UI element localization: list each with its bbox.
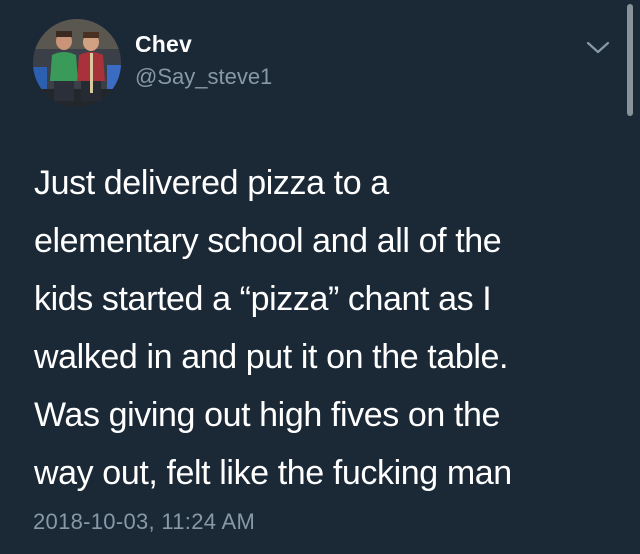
scrollbar[interactable] bbox=[627, 4, 633, 116]
tweet-text-line: Was giving out high fives on the bbox=[34, 396, 500, 434]
tweet-card: Chev @Say_steve1 Just delivered pizza to… bbox=[0, 0, 640, 554]
profile-photo-icon bbox=[33, 19, 121, 107]
timestamp[interactable]: 2018-10-03, 11:24 AM bbox=[33, 509, 255, 535]
display-name[interactable]: Chev bbox=[135, 31, 192, 58]
tweet-text-line: Just delivered pizza to a bbox=[34, 164, 389, 202]
tweet-text-line: elementary school and all of the bbox=[34, 222, 502, 260]
tweet-text-line: walked in and put it on the table. bbox=[34, 338, 509, 376]
tweet-text-line: kids started a “pizza” chant as I bbox=[34, 280, 492, 318]
chevron-down-icon[interactable] bbox=[584, 36, 612, 58]
username-handle[interactable]: @Say_steve1 bbox=[135, 64, 272, 90]
avatar[interactable] bbox=[33, 19, 121, 107]
tweet-text: Just delivered pizza to a elementary sch… bbox=[34, 154, 619, 502]
tweet-text-line: way out, felt like the fucking man bbox=[34, 454, 512, 492]
